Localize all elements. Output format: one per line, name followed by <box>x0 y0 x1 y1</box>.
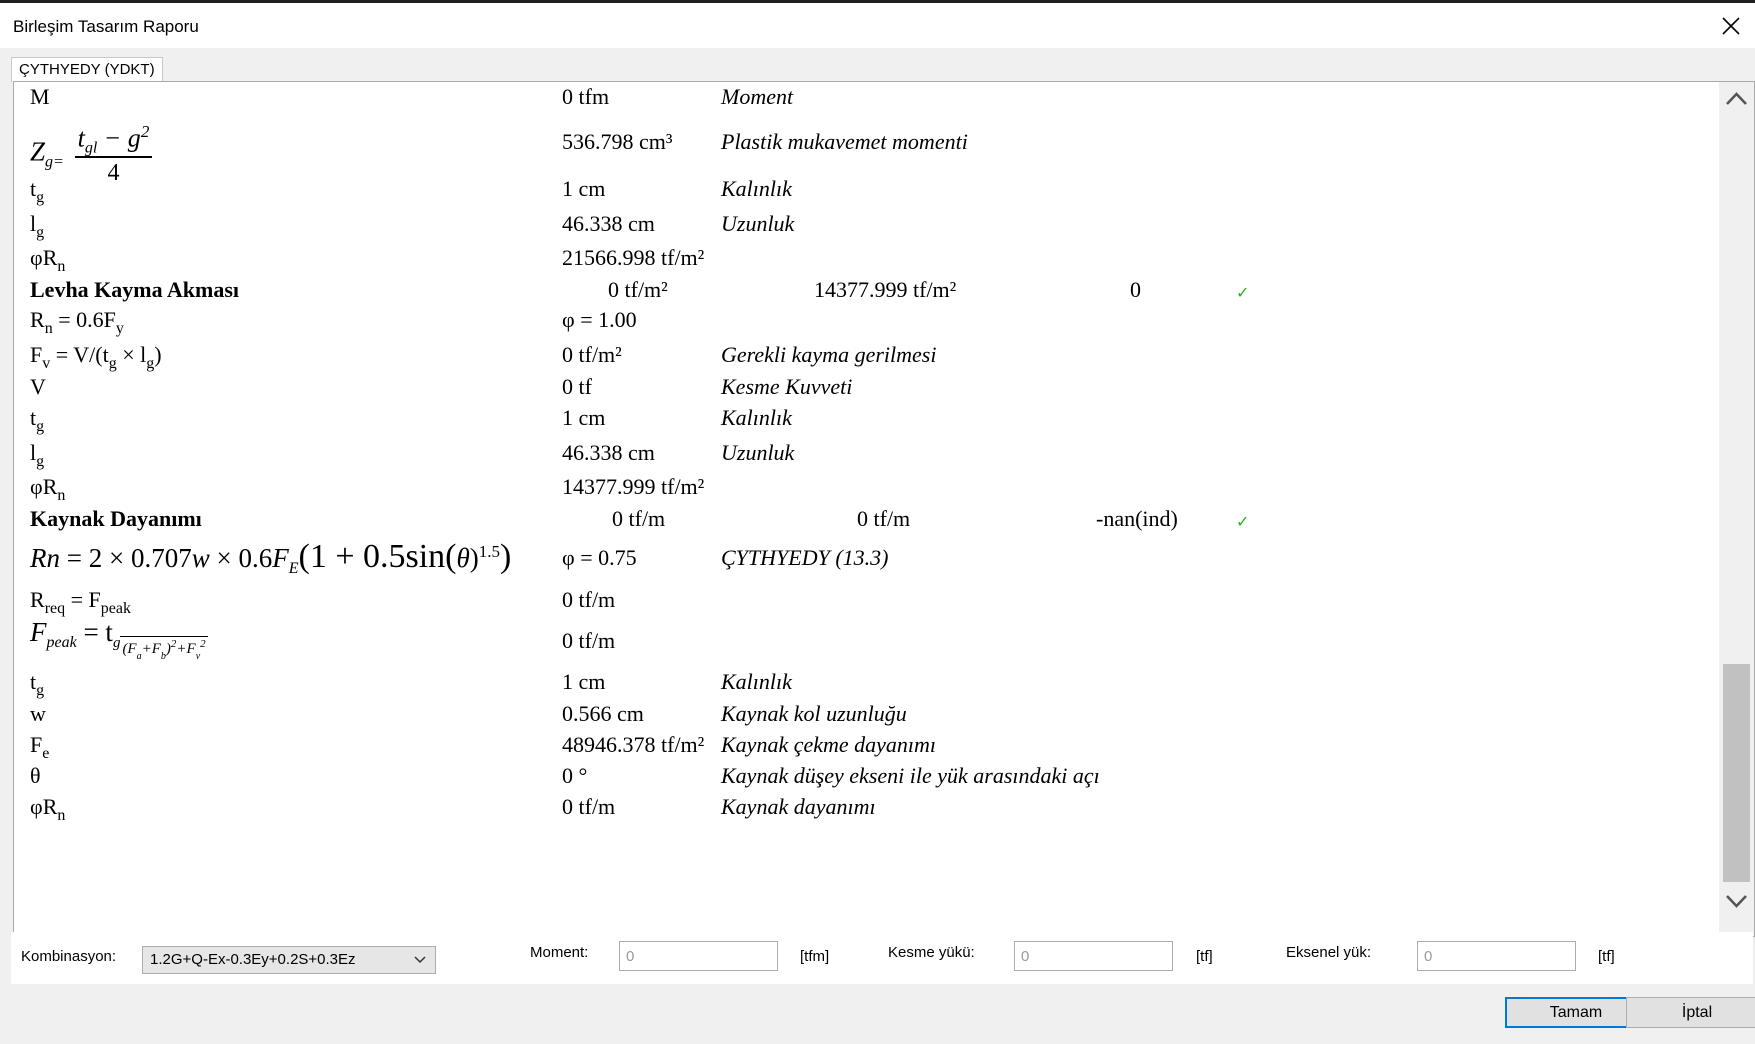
parameters-bar: Kombinasyon: 1.2G+Q-Ex-0.3Ey+0.2S+0.3Ez … <box>11 932 1753 984</box>
scrollbar-thumb[interactable] <box>1723 664 1750 882</box>
chevron-down-icon <box>414 956 426 964</box>
moment-input[interactable]: 0 <box>619 941 778 971</box>
rn-formula: Rn = 2 × 0.707w × 0.6FE(1 + 0.5sin(θ)1.5… <box>30 538 512 577</box>
chevron-up-icon[interactable] <box>1725 90 1748 106</box>
ratio-value: 0 <box>1130 277 1141 302</box>
row-label: M <box>30 84 50 109</box>
kesme-input[interactable]: 0 <box>1014 941 1173 971</box>
report-body: M 0 tfm Moment Zg= tgl − g2 4 536.798 cm… <box>30 84 1250 824</box>
row-desc: Plastik mukavemet momenti <box>721 129 968 154</box>
fpeak-formula: Fpeak = tg (Fa+Fb)2+Fv2 <box>30 617 208 662</box>
row-value: 0 tfm <box>562 84 610 109</box>
close-icon[interactable] <box>1718 13 1744 39</box>
eksenel-input[interactable]: 0 <box>1417 941 1576 971</box>
zg-formula: Zg= tgl − g2 4 <box>30 122 153 187</box>
window-title: Birleşim Tasarım Raporu <box>13 17 199 36</box>
demand-value: 0 tf/m² <box>608 277 668 302</box>
cancel-button[interactable]: İptal <box>1626 997 1755 1028</box>
zg-fraction: tgl − g2 4 <box>74 122 153 187</box>
section-title: Levha Kayma Akması <box>30 277 240 302</box>
check-icon: ✓ <box>1236 514 1250 531</box>
eksenel-unit: [tf] <box>1598 948 1615 965</box>
tab-cythyedy[interactable]: ÇYTHYEDY (YDKT) <box>11 57 163 82</box>
chevron-down-icon[interactable] <box>1725 894 1748 910</box>
capacity-value: 0 tf/m <box>857 506 911 531</box>
row-value: 536.798 cm³ <box>562 129 673 154</box>
moment-unit: [tfm] <box>800 948 830 965</box>
capacity-value: 14377.999 tf/m² <box>814 277 957 302</box>
ratio-value: -nan(ind) <box>1096 506 1178 531</box>
report-panel: M 0 tfm Moment Zg= tgl − g2 4 536.798 cm… <box>13 81 1755 937</box>
row-desc: Moment <box>721 84 794 109</box>
title-bar: Birleşim Tasarım Raporu <box>0 3 1755 48</box>
vertical-scrollbar[interactable] <box>1719 82 1754 936</box>
eksenel-label: Eksenel yük: <box>1286 944 1372 961</box>
moment-label: Moment: <box>530 944 589 961</box>
kombinasyon-label: Kombinasyon: <box>21 948 117 965</box>
section-title: Kaynak Dayanımı <box>30 506 202 531</box>
kesme-label: Kesme yükü: <box>888 944 975 961</box>
demand-value: 0 tf/m <box>612 506 666 531</box>
kesme-unit: [tf] <box>1196 948 1213 965</box>
check-icon: ✓ <box>1236 285 1250 302</box>
kombinasyon-select[interactable]: 1.2G+Q-Ex-0.3Ey+0.2S+0.3Ez <box>142 946 436 974</box>
